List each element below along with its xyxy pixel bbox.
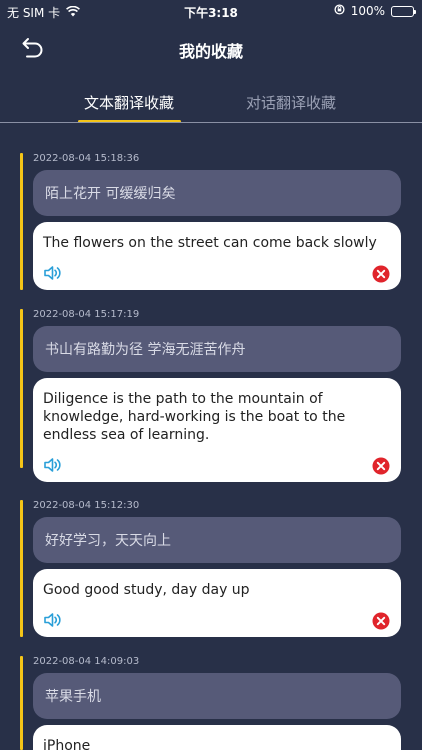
battery-icon xyxy=(391,5,416,17)
entry-accent-bar xyxy=(20,656,23,750)
source-text: 好好学习，天天向上 xyxy=(45,533,171,549)
translation-text: Good good study, day day up xyxy=(43,582,250,598)
entry-accent-bar xyxy=(20,500,23,637)
translation-text: Diligence is the path to the mountain of… xyxy=(43,391,346,443)
favorite-timestamp: 2022-08-04 15:12:30 xyxy=(33,500,140,511)
translation-text: The flowers on the street can come back … xyxy=(43,235,377,251)
source-text: 书山有路勤为径 学海无涯苦作舟 xyxy=(45,342,246,358)
translation-box: Diligence is the path to the mountain of… xyxy=(33,378,401,482)
status-right: 100% xyxy=(334,4,416,18)
translation-text: iPhone xyxy=(43,738,91,750)
nav-bar: 我的收藏 xyxy=(0,22,422,76)
battery-percent: 100% xyxy=(350,4,385,18)
entry-accent-bar xyxy=(20,153,23,290)
entry-accent-bar xyxy=(20,309,23,468)
favorite-item: 2022-08-04 14:09:03 苹果手机 iPhone xyxy=(20,626,402,750)
source-text-box: 苹果手机 xyxy=(33,673,401,719)
favorite-item: 2022-08-04 15:18:36 陌上花开 可缓缓归矣 The flowe… xyxy=(20,123,402,291)
tab-bar: 文本翻译收藏 对话翻译收藏 xyxy=(0,84,422,124)
favorite-timestamp: 2022-08-04 14:09:03 xyxy=(33,656,140,667)
source-text-box: 陌上花开 可缓缓归矣 xyxy=(33,170,401,216)
page-title: 我的收藏 xyxy=(178,42,243,61)
status-bar: 无 SIM 卡 下午3:18 100% xyxy=(0,0,422,22)
source-text-box: 书山有路勤为径 学海无涯苦作舟 xyxy=(33,326,401,372)
source-text: 苹果手机 xyxy=(45,689,101,705)
tab-dialog-favorites[interactable]: 对话翻译收藏 xyxy=(246,92,336,113)
source-text-box: 好好学习，天天向上 xyxy=(33,517,401,563)
favorite-item: 2022-08-04 15:12:30 好好学习，天天向上 Good good … xyxy=(20,470,402,638)
source-text: 陌上花开 可缓缓归矣 xyxy=(45,186,176,202)
favorite-timestamp: 2022-08-04 15:18:36 xyxy=(33,153,140,164)
favorites-screen: 无 SIM 卡 下午3:18 100% 我的收藏 文本翻译收藏 对话翻译收藏 2… xyxy=(0,0,422,750)
favorite-item: 2022-08-04 15:17:19 书山有路勤为径 学海无涯苦作舟 Dili… xyxy=(20,279,402,482)
tab-text-favorites[interactable]: 文本翻译收藏 xyxy=(84,92,174,113)
translation-box: iPhone xyxy=(33,725,401,750)
favorite-timestamp: 2022-08-04 15:17:19 xyxy=(33,309,140,320)
orientation-lock-icon xyxy=(334,4,345,18)
